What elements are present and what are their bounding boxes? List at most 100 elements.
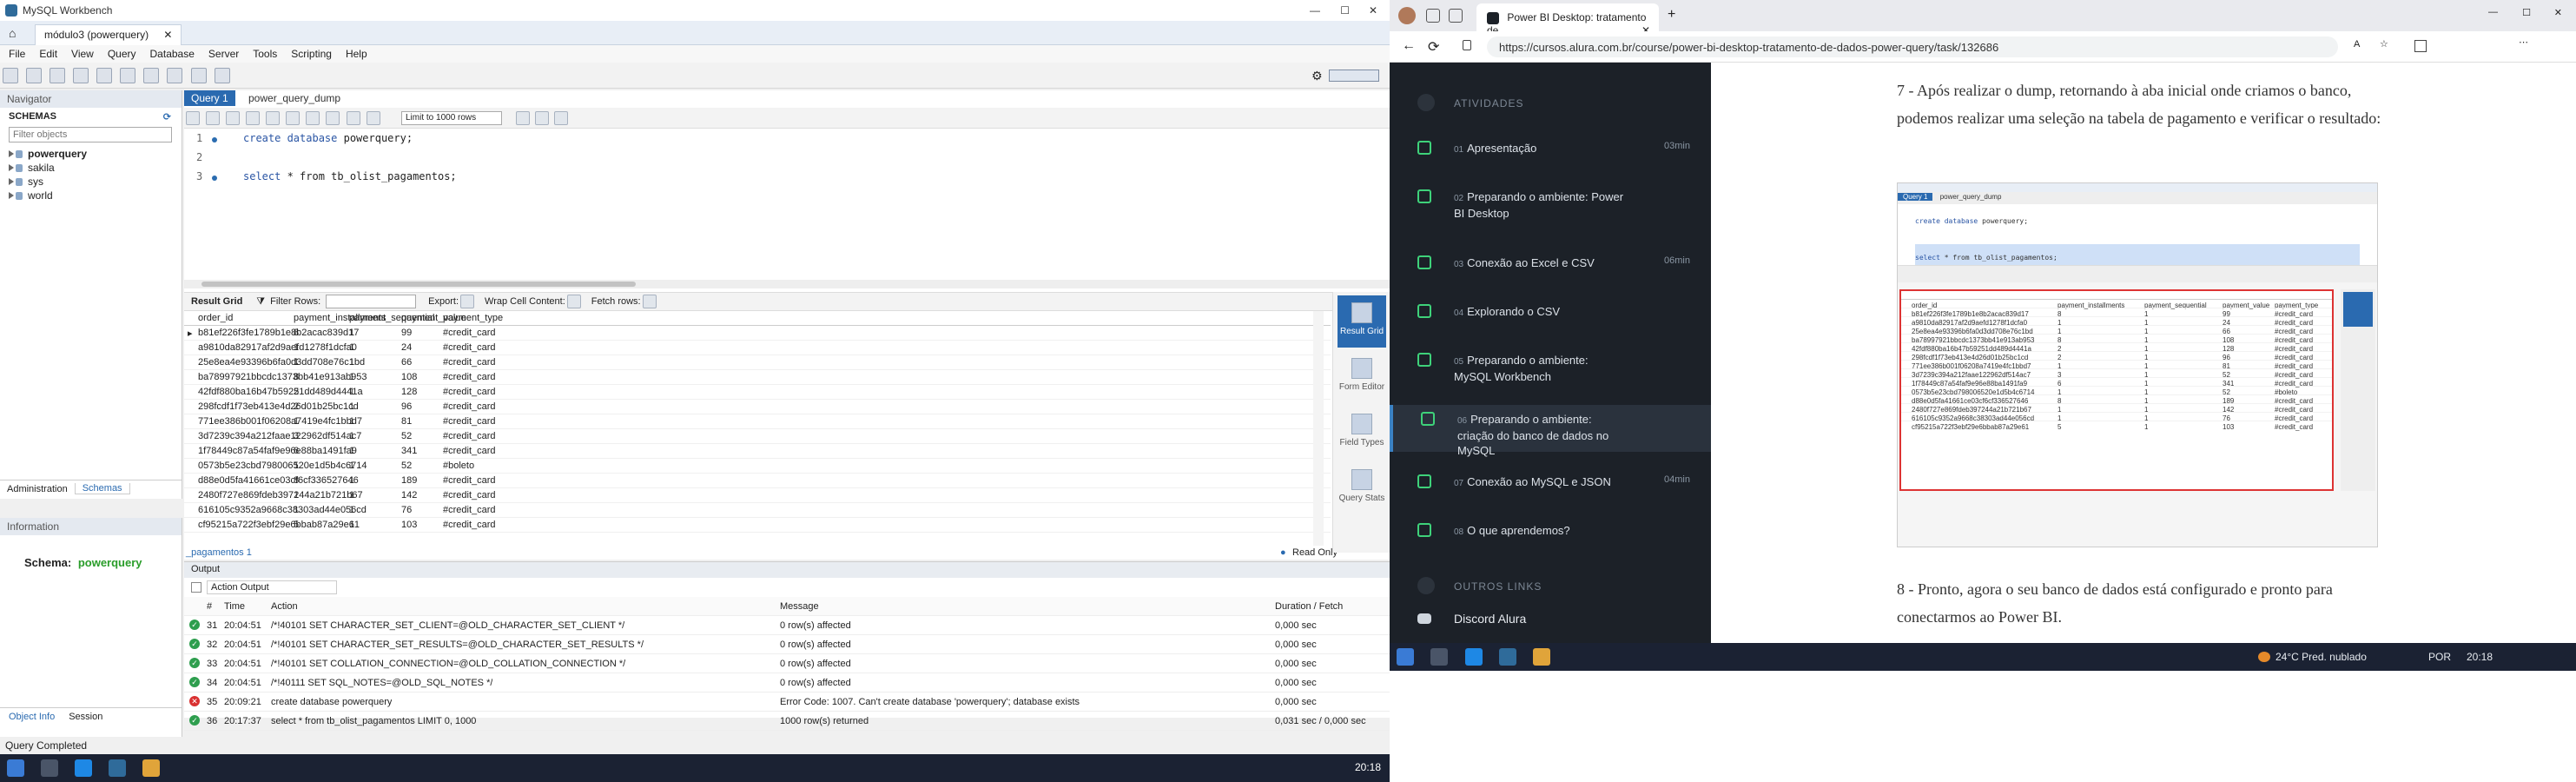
tab-session[interactable]: Session bbox=[63, 712, 108, 722]
table-cell[interactable]: 128 bbox=[401, 387, 417, 397]
table-cell[interactable]: 2 bbox=[294, 401, 299, 412]
table-cell[interactable]: 1 bbox=[349, 357, 354, 368]
table-cell[interactable]: 298fcdf1f73eb413e4d26d01b25bc1cd bbox=[198, 401, 359, 412]
wrap-icon[interactable] bbox=[566, 295, 581, 308]
sql-code[interactable]: 1 create database powerquery; 2 3 select… bbox=[184, 132, 1390, 189]
table-cell[interactable]: 2480f727e869fdeb397244a21b721b67 bbox=[198, 490, 363, 500]
save-icon[interactable] bbox=[206, 111, 221, 125]
fetch-rows-icon[interactable] bbox=[642, 295, 657, 308]
new-sql-tab-icon[interactable] bbox=[3, 68, 18, 83]
table-cell[interactable]: d88e0d5fa41661ce03cf6cf336527646 bbox=[198, 475, 359, 486]
inspector-icon[interactable] bbox=[50, 68, 66, 83]
create-table-icon[interactable] bbox=[96, 68, 113, 83]
search-icon[interactable] bbox=[41, 759, 59, 777]
favorites-star-icon[interactable]: ☆ bbox=[2380, 38, 2388, 50]
minimize-icon[interactable]: — bbox=[2488, 7, 2498, 17]
workspaces-icon[interactable] bbox=[1426, 9, 1440, 23]
table-cell[interactable]: 771ee386b001f06208a7419e4fc1bbd7 bbox=[198, 416, 362, 427]
table-cell[interactable]: 1f78449c87a54faf9e96e88ba1491fa9 bbox=[198, 446, 357, 456]
table-cell[interactable]: #credit_card bbox=[443, 446, 496, 456]
table-cell[interactable]: 1 bbox=[349, 431, 354, 441]
table-cell[interactable]: 1 bbox=[294, 357, 299, 368]
table-row[interactable]: 0573b5e23cbd798006520e1d5b4c6714 1 1 52 #bol… bbox=[184, 459, 1331, 474]
schema-world[interactable]: world bbox=[0, 189, 182, 203]
read-aloud-icon[interactable]: A bbox=[2354, 39, 2360, 50]
maximize-icon[interactable]: ☐ bbox=[1340, 4, 1350, 17]
browser-tab-active[interactable]: Power BI Desktop: tratamento de ✕ bbox=[1476, 3, 1659, 36]
table-cell[interactable]: 1 bbox=[349, 328, 354, 338]
result-grid[interactable]: order_id payment_installments payment_se… bbox=[184, 311, 1331, 546]
tab-power-query-dump[interactable]: power_query_dump bbox=[241, 90, 347, 106]
new-tab-icon[interactable]: + bbox=[1668, 7, 1675, 23]
table-cell[interactable]: 108 bbox=[401, 372, 417, 382]
table-cell[interactable]: 8 bbox=[294, 475, 299, 486]
table-cell[interactable]: #credit_card bbox=[443, 520, 496, 530]
tab-actions-icon[interactable] bbox=[1449, 9, 1463, 23]
result-grid-button[interactable]: Result Grid bbox=[1338, 295, 1386, 348]
table-row[interactable]: 42fdf880ba16b47b59251dd489d4441a 2 1 128 #cr… bbox=[184, 385, 1331, 400]
menu-view[interactable]: View bbox=[71, 48, 94, 60]
menu-edit[interactable]: Edit bbox=[39, 48, 57, 60]
table-cell[interactable]: 103 bbox=[401, 520, 417, 530]
table-cell[interactable]: a9810da82917af2d9aefd1278f1dcfa0 bbox=[198, 342, 357, 353]
search-icon[interactable] bbox=[1430, 648, 1449, 666]
table-cell[interactable]: #credit_card bbox=[443, 416, 496, 427]
lesson-item[interactable]: 06 Preparando o ambiente: criação do banc… bbox=[1390, 405, 1711, 457]
table-row[interactable]: 298fcdf1f73eb413e4d26d01b25bc1cd 2 1 96 #cre… bbox=[184, 400, 1331, 414]
table-cell[interactable]: 341 bbox=[401, 446, 417, 456]
grid-vertical-scrollbar[interactable] bbox=[1313, 311, 1324, 546]
close-tab-icon[interactable]: ✕ bbox=[163, 29, 172, 41]
table-cell[interactable]: 142 bbox=[401, 490, 417, 500]
table-cell[interactable]: 1 bbox=[294, 490, 299, 500]
tab-administration[interactable]: Administration bbox=[0, 484, 75, 494]
table-cell[interactable]: #credit_card bbox=[443, 401, 496, 412]
table-row[interactable]: cf95215a722f3ebf29e6bbab87a29e61 5 1 103 #cr… bbox=[184, 518, 1331, 533]
invisible-chars-icon[interactable] bbox=[554, 111, 568, 125]
table-cell[interactable]: #credit_card bbox=[443, 431, 496, 441]
schema-powerquery[interactable]: powerquery bbox=[0, 148, 182, 162]
table-row[interactable]: ba78997921bbcdc1373bb41e913ab953 8 1 108 #cr… bbox=[184, 370, 1331, 385]
open-sql-icon[interactable] bbox=[26, 68, 43, 83]
table-cell[interactable]: 8 bbox=[294, 328, 299, 338]
beautify-icon[interactable] bbox=[516, 111, 530, 125]
table-cell[interactable]: 6 bbox=[294, 446, 299, 456]
file-explorer-icon[interactable] bbox=[142, 759, 161, 777]
table-cell[interactable]: #credit_card bbox=[443, 505, 496, 515]
connection-tab[interactable]: módulo3 (powerquery) ✕ bbox=[35, 24, 182, 45]
menu-scripting[interactable]: Scripting bbox=[291, 48, 332, 60]
table-cell[interactable]: 24 bbox=[401, 342, 412, 353]
table-row[interactable]: 3d7239c394a212faae122962df514ac7 3 1 52 #cre… bbox=[184, 429, 1331, 444]
table-row[interactable]: 1f78449c87a54faf9e96e88ba1491fa9 6 1 341 #cr… bbox=[184, 444, 1331, 459]
table-cell[interactable]: #credit_card bbox=[443, 490, 496, 500]
mysql-workbench-icon[interactable] bbox=[1499, 648, 1517, 666]
table-cell[interactable]: 1 bbox=[349, 401, 354, 412]
schema-sys[interactable]: sys bbox=[0, 176, 182, 189]
settings-more-icon[interactable]: ⋯ bbox=[2519, 36, 2528, 48]
table-cell[interactable]: 8 bbox=[294, 372, 299, 382]
table-cell[interactable]: 1 bbox=[349, 446, 354, 456]
output-row[interactable]: ✓ 36 20:17:37 select * from tb_olist_pagame… bbox=[184, 712, 1390, 731]
table-row[interactable]: 2480f727e869fdeb397244a21b721b67 1 1 142 #cr… bbox=[184, 488, 1331, 503]
close-icon[interactable]: ✕ bbox=[1369, 4, 1377, 17]
autocommit-icon[interactable] bbox=[366, 111, 380, 125]
field-types-button[interactable]: Field Types bbox=[1338, 407, 1386, 459]
table-cell[interactable]: 1 bbox=[294, 505, 299, 515]
toggle-error-icon[interactable] bbox=[306, 111, 320, 125]
reconnect-icon[interactable] bbox=[214, 68, 230, 83]
table-cell[interactable]: ba78997921bbcdc1373bb41e913ab953 bbox=[198, 372, 367, 382]
find-icon[interactable] bbox=[535, 111, 549, 125]
lesson-item[interactable]: 08 O que aprendemos? bbox=[1390, 516, 1711, 549]
execute-icon[interactable] bbox=[226, 111, 241, 125]
table-row[interactable]: 771ee386b001f06208a7419e4fc1bbd7 1 1 81 #cre… bbox=[184, 414, 1331, 429]
table-row[interactable]: 616105c9352a9668c38303ad44e056cd 1 1 76 #cre… bbox=[184, 503, 1331, 518]
table-cell[interactable]: cf95215a722f3ebf29e6bbab87a29e61 bbox=[198, 520, 360, 530]
table-cell[interactable]: 616105c9352a9668c38303ad44e056cd bbox=[198, 505, 367, 515]
file-explorer-icon[interactable] bbox=[1533, 648, 1551, 666]
stop-icon[interactable] bbox=[286, 111, 301, 125]
gear-icon[interactable]: ⚙ bbox=[1311, 69, 1323, 83]
commit-icon[interactable] bbox=[326, 111, 340, 125]
form-editor-button[interactable]: Form Editor bbox=[1338, 351, 1386, 403]
table-cell[interactable]: 1 bbox=[349, 505, 354, 515]
lesson-item[interactable]: 01 Apresentação 03min bbox=[1390, 134, 1711, 167]
explain-icon[interactable] bbox=[266, 111, 281, 125]
